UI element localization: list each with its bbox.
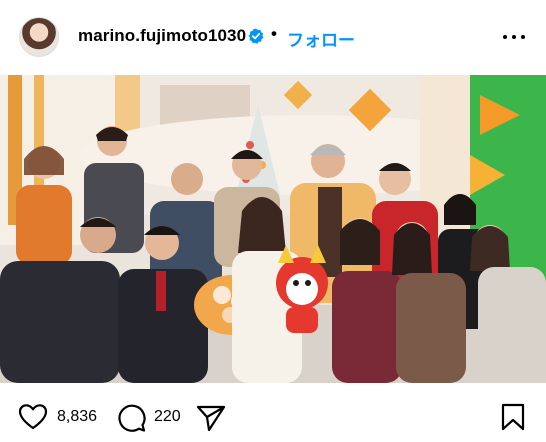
action-bar: 8,836 220: [0, 395, 546, 442]
separator-dot: •: [271, 24, 277, 43]
avatar[interactable]: [19, 17, 59, 57]
instagram-post: marino.fujimoto1030 • フォロー 8,836 220: [0, 0, 546, 442]
more-options-icon[interactable]: [503, 28, 525, 46]
post-header: marino.fujimoto1030 • フォロー: [0, 0, 546, 74]
verified-badge-icon: [248, 28, 264, 44]
bookmark-icon[interactable]: [501, 403, 525, 431]
comment-icon[interactable]: [116, 403, 146, 433]
like-count: 8,836: [57, 408, 98, 425]
share-icon[interactable]: [196, 404, 226, 432]
comment-count: 220: [154, 408, 181, 425]
username[interactable]: marino.fujimoto1030: [78, 26, 246, 46]
follow-button[interactable]: フォロー: [287, 26, 355, 51]
photo-illustration: [0, 75, 546, 383]
post-photo[interactable]: [0, 75, 546, 383]
heart-icon[interactable]: [18, 403, 48, 431]
